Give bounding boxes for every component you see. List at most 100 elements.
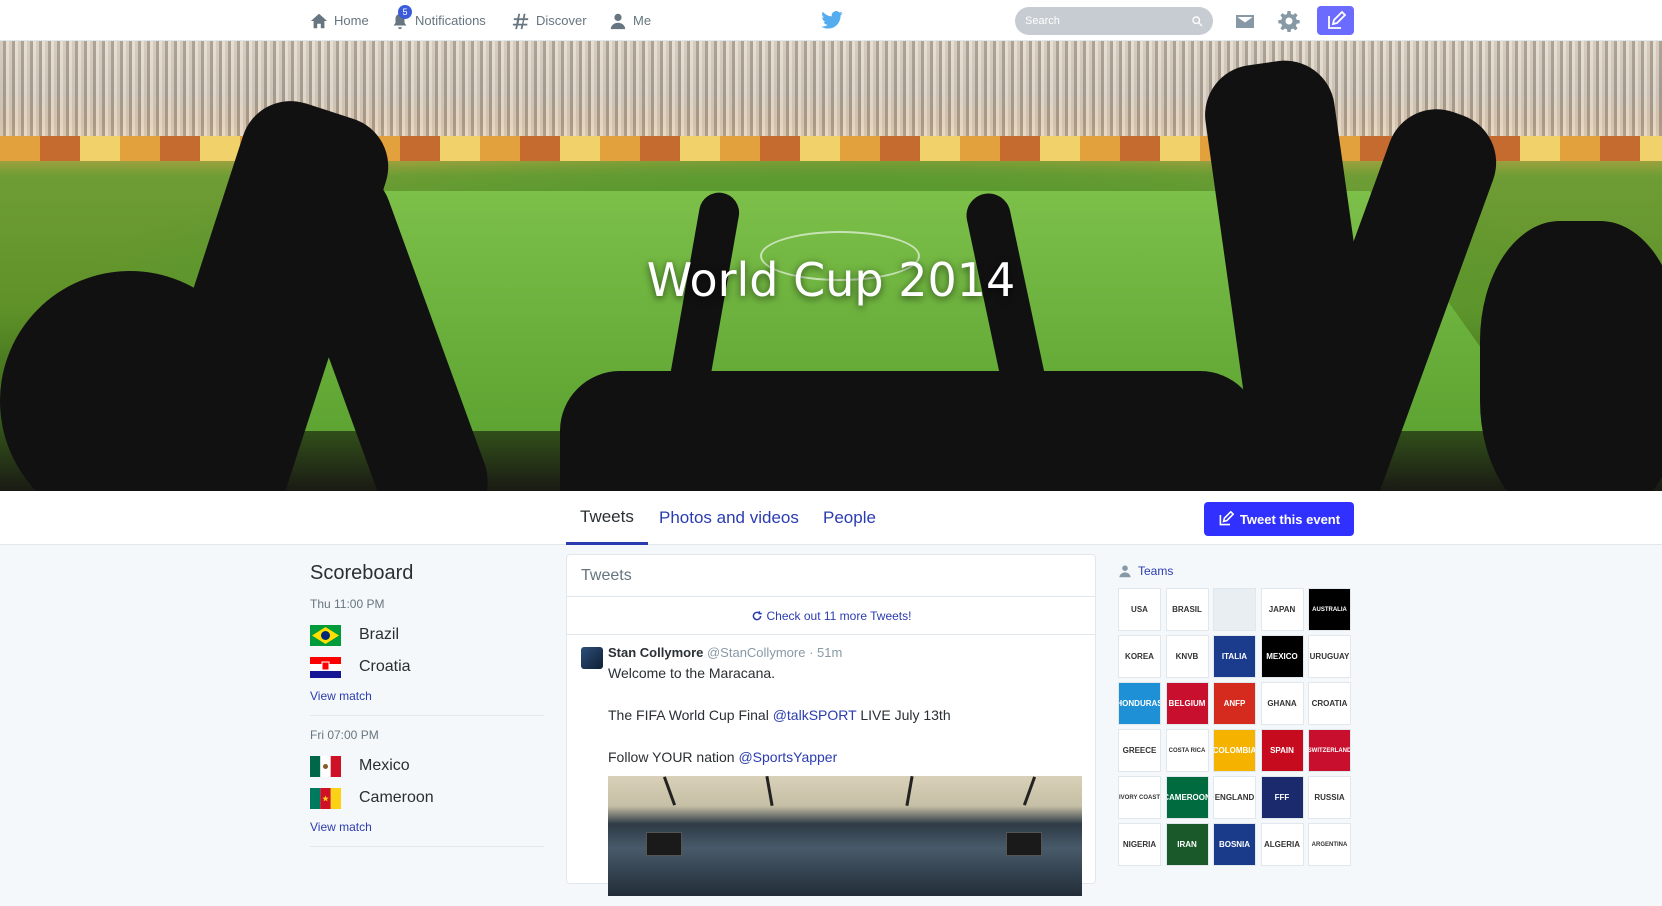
team-crest[interactable] bbox=[1213, 588, 1256, 631]
view-match-link[interactable]: View match bbox=[310, 820, 544, 834]
nav-notifications[interactable]: 5 Notifications bbox=[391, 0, 486, 41]
team-crest[interactable]: HONDURAS bbox=[1118, 682, 1161, 725]
match-time: Thu 11:00 PM bbox=[310, 597, 385, 611]
team-crest[interactable]: AUSTRALIA bbox=[1308, 588, 1351, 631]
match-card: Thu 11:00 PM Brazil Croatia View match bbox=[310, 597, 544, 716]
avatar[interactable] bbox=[581, 647, 603, 669]
team-crest[interactable]: FFF bbox=[1260, 776, 1304, 819]
tweet-text-line: The FIFA World Cup Final @talkSPORT LIVE… bbox=[608, 706, 1081, 724]
tweet-text: The FIFA World Cup Final bbox=[608, 707, 773, 723]
new-tweets-label: Check out 11 more Tweets! bbox=[766, 608, 912, 623]
search-box[interactable] bbox=[1015, 7, 1213, 35]
compose-icon bbox=[1327, 10, 1346, 29]
gear-icon[interactable] bbox=[1278, 10, 1300, 32]
match-time: Fri 07:00 PM bbox=[310, 728, 379, 742]
messages-icon[interactable] bbox=[1234, 10, 1256, 32]
tweet-timestamp[interactable]: 51m bbox=[817, 645, 842, 660]
tweet-this-event-label: Tweet this event bbox=[1239, 511, 1341, 527]
tab-people[interactable]: People bbox=[823, 491, 876, 545]
team-crest[interactable]: IRAN bbox=[1165, 823, 1209, 866]
mention-link[interactable]: @talkSPORT bbox=[773, 707, 857, 723]
nav-me-label: Me bbox=[633, 13, 652, 28]
team-crest[interactable]: ENGLAND bbox=[1213, 776, 1256, 819]
team-crest[interactable]: BELGIUM bbox=[1165, 682, 1209, 725]
nav-discover[interactable]: Discover bbox=[512, 0, 587, 41]
team-name: Brazil bbox=[359, 626, 400, 643]
team-crest[interactable]: ANFP bbox=[1213, 682, 1256, 725]
team-crest[interactable]: NIGERIA bbox=[1118, 823, 1161, 866]
compose-tweet-button[interactable] bbox=[1317, 6, 1354, 35]
hashtag-icon bbox=[512, 13, 529, 29]
search-icon[interactable] bbox=[1191, 15, 1204, 28]
teams-header[interactable]: Teams bbox=[1118, 564, 1358, 578]
tweet-text-line: Welcome to the Maracana. bbox=[608, 665, 776, 681]
team-crest[interactable]: SWITZERLAND bbox=[1308, 729, 1351, 772]
nav-home-label: Home bbox=[334, 13, 369, 28]
teams-title: Teams bbox=[1138, 564, 1174, 578]
mention-link[interactable]: @SportsYapper bbox=[738, 749, 837, 765]
brazil-flag-icon bbox=[310, 624, 341, 646]
team-crest[interactable]: KNVB bbox=[1165, 635, 1209, 678]
tab-photos-videos[interactable]: Photos and videos bbox=[659, 491, 799, 545]
refresh-icon bbox=[752, 610, 762, 620]
team-crest[interactable]: BOSNIA bbox=[1213, 823, 1256, 866]
tweet-media-image[interactable] bbox=[608, 776, 1082, 896]
team-crest-grid: USA BRASIL JAPAN AUSTRALIA KOREA KNVB ITALIA ME… bbox=[1118, 588, 1358, 866]
tweet-author-name[interactable]: Stan Collymore bbox=[608, 645, 703, 660]
person-icon bbox=[610, 13, 626, 29]
tab-tweets[interactable]: Tweets bbox=[566, 491, 648, 545]
nav-me[interactable]: Me bbox=[609, 0, 651, 41]
tweet-this-event-button[interactable]: Tweet this event bbox=[1204, 502, 1354, 536]
scoreboard-title: Scoreboard bbox=[310, 562, 414, 584]
team-crest[interactable]: COLOMBIA bbox=[1213, 729, 1256, 772]
view-match-link[interactable]: View match bbox=[310, 689, 544, 703]
team-crest[interactable]: ALGERIA bbox=[1260, 823, 1304, 866]
team-row: Croatia bbox=[310, 651, 544, 683]
top-nav: Home 5 Notifications Discover Me bbox=[0, 0, 1662, 41]
team-crest[interactable]: CROATIA bbox=[1308, 682, 1351, 725]
mexico-flag-icon bbox=[310, 755, 341, 777]
nav-home[interactable]: Home bbox=[310, 0, 369, 41]
tweets-timeline: Tweets Check out 11 more Tweets! Stan Co… bbox=[566, 554, 1096, 896]
team-crest[interactable]: GHANA bbox=[1260, 682, 1304, 725]
team-crest[interactable]: BRASIL bbox=[1165, 588, 1209, 631]
team-row: Cameroon bbox=[310, 782, 544, 814]
team-crest[interactable]: URUGUAY bbox=[1308, 635, 1351, 678]
nav-notifications-label: Notifications bbox=[415, 13, 486, 28]
stadium-screen bbox=[1006, 832, 1042, 856]
team-row: Mexico bbox=[310, 750, 544, 782]
notifications-badge: 5 bbox=[398, 5, 412, 19]
nav-discover-label: Discover bbox=[536, 13, 587, 28]
home-icon bbox=[310, 13, 328, 28]
team-row: Brazil bbox=[310, 619, 544, 651]
team-crest[interactable]: JAPAN bbox=[1260, 588, 1304, 631]
person-icon bbox=[1119, 565, 1131, 578]
team-crest[interactable]: USA bbox=[1118, 588, 1161, 631]
team-crest[interactable]: KOREA bbox=[1118, 635, 1161, 678]
team-crest[interactable]: RUSSIA bbox=[1308, 776, 1351, 819]
match-card: Fri 07:00 PM Mexico Cameroon View match bbox=[310, 728, 544, 847]
tweet-text: Follow YOUR nation bbox=[608, 749, 739, 765]
team-crest[interactable]: CAMEROON bbox=[1165, 776, 1209, 819]
tab-bar: Tweets Photos and videos People bbox=[0, 491, 1662, 545]
new-tweets-bar[interactable]: Check out 11 more Tweets! bbox=[567, 597, 1095, 635]
twitter-bird-icon[interactable] bbox=[821, 11, 843, 29]
team-name: Cameroon bbox=[359, 789, 434, 806]
team-crest[interactable]: ITALIA bbox=[1213, 635, 1256, 678]
cameroon-flag-icon bbox=[310, 787, 341, 809]
teams-panel: Teams USA BRASIL JAPAN AUSTRALIA KOREA KNVB IT… bbox=[1118, 564, 1358, 866]
team-crest[interactable]: SPAIN bbox=[1260, 729, 1304, 772]
compose-icon bbox=[1219, 511, 1234, 526]
team-crest[interactable]: COSTA RICA bbox=[1165, 729, 1209, 772]
team-crest[interactable]: IVORY COAST bbox=[1118, 776, 1161, 819]
team-name: Croatia bbox=[359, 658, 411, 675]
stadium-screen bbox=[646, 832, 682, 856]
team-crest[interactable]: ARGENTINA bbox=[1308, 823, 1351, 866]
tweet[interactable]: Stan Collymore @StanCollymore · 51m Welc… bbox=[567, 635, 1095, 906]
team-crest[interactable]: MEXICO bbox=[1260, 635, 1304, 678]
croatia-flag-icon bbox=[310, 656, 341, 678]
team-crest[interactable]: GREECE bbox=[1118, 729, 1161, 772]
tweet-author-handle[interactable]: @StanCollymore bbox=[707, 645, 805, 660]
search-input[interactable] bbox=[1025, 15, 1185, 27]
timeline-header: Tweets bbox=[567, 555, 1095, 597]
